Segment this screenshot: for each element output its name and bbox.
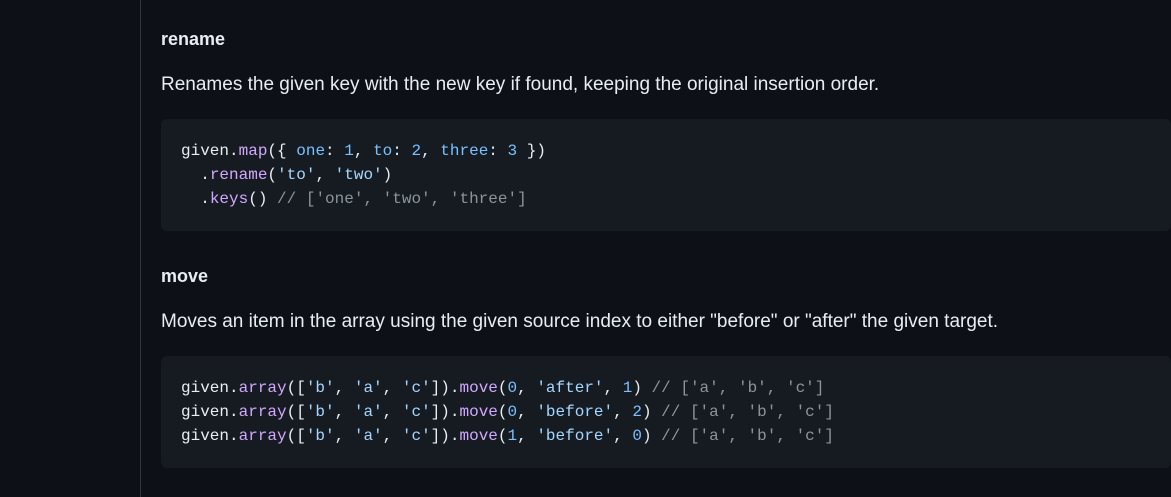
code-token: 3: [507, 142, 518, 160]
code-token: (: [497, 379, 508, 397]
code-token: ,: [382, 379, 402, 397]
code-token: map: [238, 142, 268, 160]
code-token: (: [497, 403, 508, 421]
code-token: ,: [382, 427, 402, 445]
code-token: 1: [622, 379, 633, 397]
code-token: 'a': [353, 427, 383, 445]
code-token: array: [238, 403, 287, 421]
code-line: given.array(['b', 'a', 'c']).move(1, 'be…: [181, 424, 1151, 448]
code-token: 'b': [305, 427, 335, 445]
code-token: 0: [507, 403, 518, 421]
code-token: 'a': [353, 403, 383, 421]
code-token: ): [641, 427, 662, 445]
code-token: move: [459, 427, 498, 445]
code-token: :: [488, 142, 508, 160]
code-token: 1: [507, 427, 518, 445]
code-token: 0: [507, 379, 518, 397]
code-token: ,: [517, 379, 537, 397]
section-description-rename: Renames the given key with the new key i…: [161, 74, 880, 95]
markdown-body: rename Renames the given key with the ne…: [161, 0, 1171, 497]
code-token: ,: [315, 166, 335, 184]
code-token: ,: [334, 403, 354, 421]
code-token: 'two': [334, 166, 383, 184]
code-token: 1: [344, 142, 354, 160]
code-token: ,: [334, 379, 354, 397]
code-token: 2: [411, 142, 422, 160]
code-token: ): [382, 166, 393, 184]
code-block-rename[interactable]: given.map({ one: 1, to: 2, three: 3 }) .…: [161, 119, 1171, 231]
code-token: ({: [267, 142, 297, 160]
code-token: array: [238, 427, 287, 445]
code-token: :: [392, 142, 412, 160]
code-token: 'c': [401, 403, 431, 421]
code-token: ,: [353, 142, 374, 160]
code-token: move: [459, 403, 498, 421]
code-token: 'to': [277, 166, 316, 184]
code-token: given.: [181, 427, 239, 445]
code-token: // ['a', 'b', 'c']: [661, 403, 834, 421]
code-token: move: [459, 379, 498, 397]
left-sidebar-rail: [0, 0, 141, 497]
code-token: ,: [613, 403, 633, 421]
code-token: :: [325, 142, 345, 160]
code-line: .keys() // ['one', 'two', 'three']: [181, 187, 1151, 211]
code-token: 'a': [353, 379, 383, 397]
code-token: to: [373, 142, 393, 160]
code-token: rename: [209, 166, 268, 184]
code-token: // ['one', 'two', 'three']: [277, 190, 527, 208]
code-token: (: [497, 427, 508, 445]
code-token: one: [296, 142, 326, 160]
code-token: given.: [181, 142, 239, 160]
code-token: ([: [286, 379, 306, 397]
code-token: ,: [603, 379, 623, 397]
code-token: ]).: [430, 403, 460, 421]
code-token: ,: [613, 427, 633, 445]
code-token: 'b': [305, 379, 335, 397]
code-token: ]).: [430, 379, 460, 397]
code-token: ): [641, 403, 662, 421]
code-block-move[interactable]: given.array(['b', 'a', 'c']).move(0, 'af…: [161, 356, 1171, 468]
code-token: three: [440, 142, 489, 160]
code-token: .: [181, 190, 210, 208]
code-token: given.: [181, 403, 239, 421]
code-line: given.array(['b', 'a', 'c']).move(0, 'af…: [181, 376, 1151, 400]
code-token: ,: [517, 427, 537, 445]
code-token: ([: [286, 403, 306, 421]
code-token: given.: [181, 379, 239, 397]
code-token: // ['a', 'b', 'c']: [661, 427, 834, 445]
code-token: 'c': [401, 379, 431, 397]
code-token: ]).: [430, 427, 460, 445]
code-token: .: [181, 166, 210, 184]
code-line: given.map({ one: 1, to: 2, three: 3 }): [181, 139, 1151, 163]
code-line: given.array(['b', 'a', 'c']).move(0, 'be…: [181, 400, 1151, 424]
section-heading-move: move: [161, 266, 209, 286]
code-token: array: [238, 379, 287, 397]
code-line: .rename('to', 'two'): [181, 163, 1151, 187]
code-token: ,: [421, 142, 441, 160]
section-description-move: Moves an item in the array using the giv…: [161, 311, 999, 332]
code-token: ,: [334, 427, 354, 445]
code-token: 'c': [401, 427, 431, 445]
code-token: 0: [632, 427, 642, 445]
code-token: 'before': [536, 427, 614, 445]
code-token: 'after': [536, 379, 604, 397]
code-token: 'before': [536, 403, 614, 421]
code-token: 'b': [305, 403, 335, 421]
code-token: (: [267, 166, 278, 184]
code-token: ([: [286, 427, 306, 445]
code-token: (): [248, 190, 278, 208]
code-token: 2: [632, 403, 642, 421]
section-heading-rename: rename: [161, 29, 226, 49]
code-token: ,: [517, 403, 537, 421]
code-token: }): [517, 142, 546, 160]
code-token: ,: [382, 403, 402, 421]
code-token: keys: [209, 190, 249, 208]
code-token: ): [632, 379, 652, 397]
code-token: // ['a', 'b', 'c']: [651, 379, 825, 397]
